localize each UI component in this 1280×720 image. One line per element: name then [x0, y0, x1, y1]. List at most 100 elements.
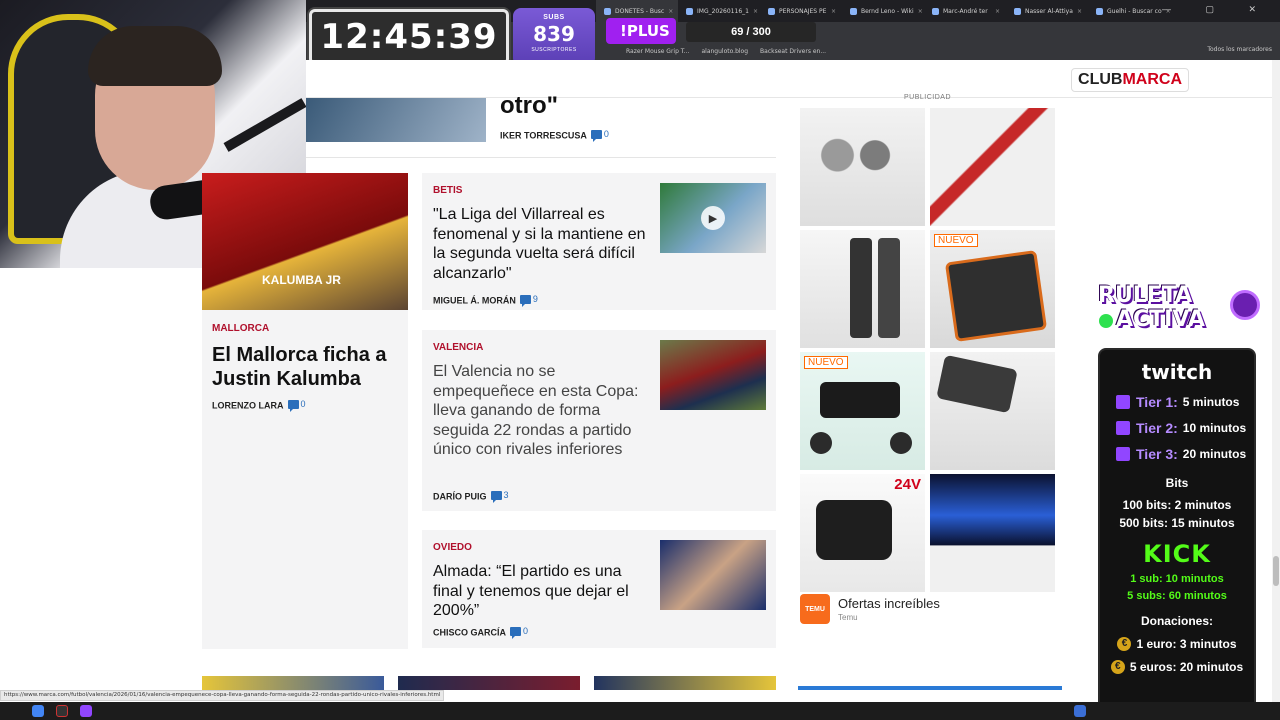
article-section[interactable]: BETIS: [433, 185, 462, 196]
article-thumbnail[interactable]: [660, 340, 766, 410]
voltage-label: 24V: [894, 476, 921, 493]
ad-product-tire-sensor[interactable]: NUEVO: [800, 352, 925, 470]
browser-tab[interactable]: Guelhi - Buscar co ×: [1088, 7, 1170, 15]
browser-tab[interactable]: Marc-André ter ×: [924, 7, 1006, 15]
euro-icon: €: [1117, 637, 1132, 651]
donations-header: Donaciones:: [1140, 614, 1213, 628]
ad-product-car-lights[interactable]: [930, 474, 1055, 592]
comments-link[interactable]: 0: [510, 626, 528, 639]
tab-title: Guelhi - Buscar co: [1107, 7, 1162, 15]
article-title[interactable]: "La Liga del Villarreal es fenomenal y s…: [433, 205, 647, 283]
article-title[interactable]: otro": [500, 92, 558, 120]
subathon-rates-panel: twitch Tier 1: 5 minutos Tier 2: 10 minuto…: [1098, 348, 1256, 716]
stream-timer: 12:45:39: [309, 9, 509, 65]
article-section[interactable]: OVIEDO: [433, 542, 472, 553]
next-article-thumbnail[interactable]: [202, 676, 384, 690]
next-ad-banner[interactable]: [798, 686, 1062, 690]
bookmark-item[interactable]: alanguloto.blog: [701, 48, 748, 55]
euro-icon: €: [1110, 660, 1125, 674]
article-title[interactable]: El Mallorca ficha a Justin Kalumba: [212, 343, 402, 391]
jersey-name: KALUMBA JR: [262, 273, 341, 287]
ad-product-toolkit[interactable]: NUEVO: [930, 230, 1055, 348]
comments-count: 0: [603, 129, 609, 139]
twitch-sub-icon: [1116, 447, 1130, 461]
tier-value: 20 minutos: [1182, 447, 1247, 461]
article-card-oviedo[interactable]: OVIEDO Almada: “El partido es una final …: [422, 530, 776, 648]
tab-title: IMG_20260116_1: [697, 7, 749, 15]
comments-link[interactable]: 9: [519, 294, 538, 307]
article-thumbnail[interactable]: [660, 540, 766, 610]
app-icon[interactable]: [80, 705, 92, 717]
tab-close-icon[interactable]: ×: [831, 8, 836, 15]
tier-value: 5 minutos: [1182, 395, 1240, 409]
sensor-cap: [890, 432, 912, 454]
next-article-thumbnail[interactable]: [398, 676, 580, 690]
top-article[interactable]: otro" IKER TORRESCUSA 0: [306, 92, 776, 158]
comment-icon: [287, 399, 299, 412]
article-section[interactable]: VALENCIA: [433, 342, 483, 353]
tab-favicon-icon: [932, 7, 939, 15]
article-image[interactable]: KALUMBA JR: [202, 173, 408, 310]
streamer-hair: [88, 26, 222, 86]
all-bookmarks-link[interactable]: Todos los marcadores: [1207, 46, 1272, 53]
browser-tab[interactable]: Bernd Leno - Wiki ×: [842, 7, 924, 15]
article-title[interactable]: El Valencia no se empequeñece en esta Co…: [433, 362, 647, 460]
browser-tab[interactable]: PERSONAJES PE ×: [760, 7, 842, 15]
window-controls[interactable]: — ▢ ✕: [1162, 4, 1272, 15]
comment-icon: [510, 626, 522, 639]
browser-tab[interactable]: Nasser Al-Attiya ×: [1006, 7, 1088, 15]
status-dot-icon: [1099, 314, 1113, 328]
ruleta-activa-badge: RULETA ACTIVA: [1098, 284, 1264, 336]
app-icon[interactable]: [56, 705, 68, 717]
ad-product-car-heater[interactable]: 24V: [800, 474, 925, 592]
advertisement[interactable]: PUBLICIDAD ▷ ⋮ NUEVO NUEVO: [800, 94, 1066, 638]
donation-rate: €1 euro: 3 minutos: [1100, 637, 1254, 651]
ad-brand-title[interactable]: Ofertas increíbles: [838, 596, 940, 611]
next-article-thumbnail[interactable]: [594, 676, 776, 690]
tab-close-icon[interactable]: ×: [995, 8, 1000, 15]
tab-title: PERSONAJES PE: [779, 7, 827, 15]
article-thumbnail[interactable]: ▶: [660, 183, 766, 253]
tier-label: Tier 3:: [1136, 446, 1178, 462]
ad-product-pliers[interactable]: [930, 108, 1055, 226]
tab-close-icon[interactable]: ×: [918, 8, 923, 15]
article-thumbnail[interactable]: [306, 98, 486, 142]
article-card-valencia[interactable]: VALENCIA El Valencia no se empequeñece e…: [422, 330, 776, 511]
ad-brand-row[interactable]: TEMU Ofertas increíbles Temu: [800, 594, 940, 624]
comments-count: 0: [300, 399, 306, 409]
article-card-mallorca[interactable]: KALUMBA JR MALLORCA El Mallorca ficha a …: [202, 173, 408, 649]
page-scrollbar[interactable]: [1272, 60, 1280, 702]
play-icon[interactable]: ▶: [701, 206, 725, 230]
ad-brand-sub: Temu: [838, 613, 858, 622]
article-author: IKER TORRESCUSA 0: [500, 129, 609, 142]
article-author: CHISCO GARCÍA 0: [433, 626, 528, 639]
tray-icon[interactable]: [1074, 705, 1086, 717]
author-name: DARÍO PUIG: [433, 491, 487, 502]
browser-tab[interactable]: IMG_20260116_1 ×: [678, 7, 760, 15]
tab-favicon-icon: [1014, 7, 1021, 15]
comment-icon: [490, 490, 502, 503]
ad-product-led-bulbs[interactable]: [800, 230, 925, 348]
article-author: LORENZO LARA 0: [212, 399, 306, 412]
article-section[interactable]: MALLORCA: [212, 323, 269, 334]
scrollbar-thumb[interactable]: [1273, 556, 1279, 586]
tab-close-icon[interactable]: ×: [1077, 8, 1082, 15]
article-author: MIGUEL Á. MORÁN 9: [433, 294, 538, 307]
chrome-icon[interactable]: [32, 705, 44, 717]
comments-link[interactable]: 0: [590, 129, 609, 142]
club-marca-logo[interactable]: CLUBMARCA: [1071, 68, 1189, 92]
tab-close-icon[interactable]: ×: [753, 8, 758, 15]
tier-row: Tier 1: 5 minutos: [1100, 394, 1254, 410]
comments-link[interactable]: 0: [287, 399, 306, 412]
heater-body: [816, 500, 892, 560]
ad-product-screwdriver-set[interactable]: [930, 352, 1055, 470]
comments-link[interactable]: 3: [490, 490, 509, 503]
bookmark-item[interactable]: Razer Mouse Grip T...: [626, 48, 689, 55]
article-title[interactable]: Almada: “El partido es una final y tenem…: [433, 562, 647, 621]
tier-value: 10 minutos: [1182, 421, 1247, 435]
author-name: CHISCO GARCÍA: [433, 627, 507, 638]
bookmark-item[interactable]: Backseat Drivers en...: [760, 48, 826, 55]
tab-close-icon[interactable]: ×: [668, 8, 673, 15]
article-card-betis[interactable]: BETIS "La Liga del Villarreal es fenomen…: [422, 173, 776, 310]
ad-product-spice-rack[interactable]: [800, 108, 925, 226]
